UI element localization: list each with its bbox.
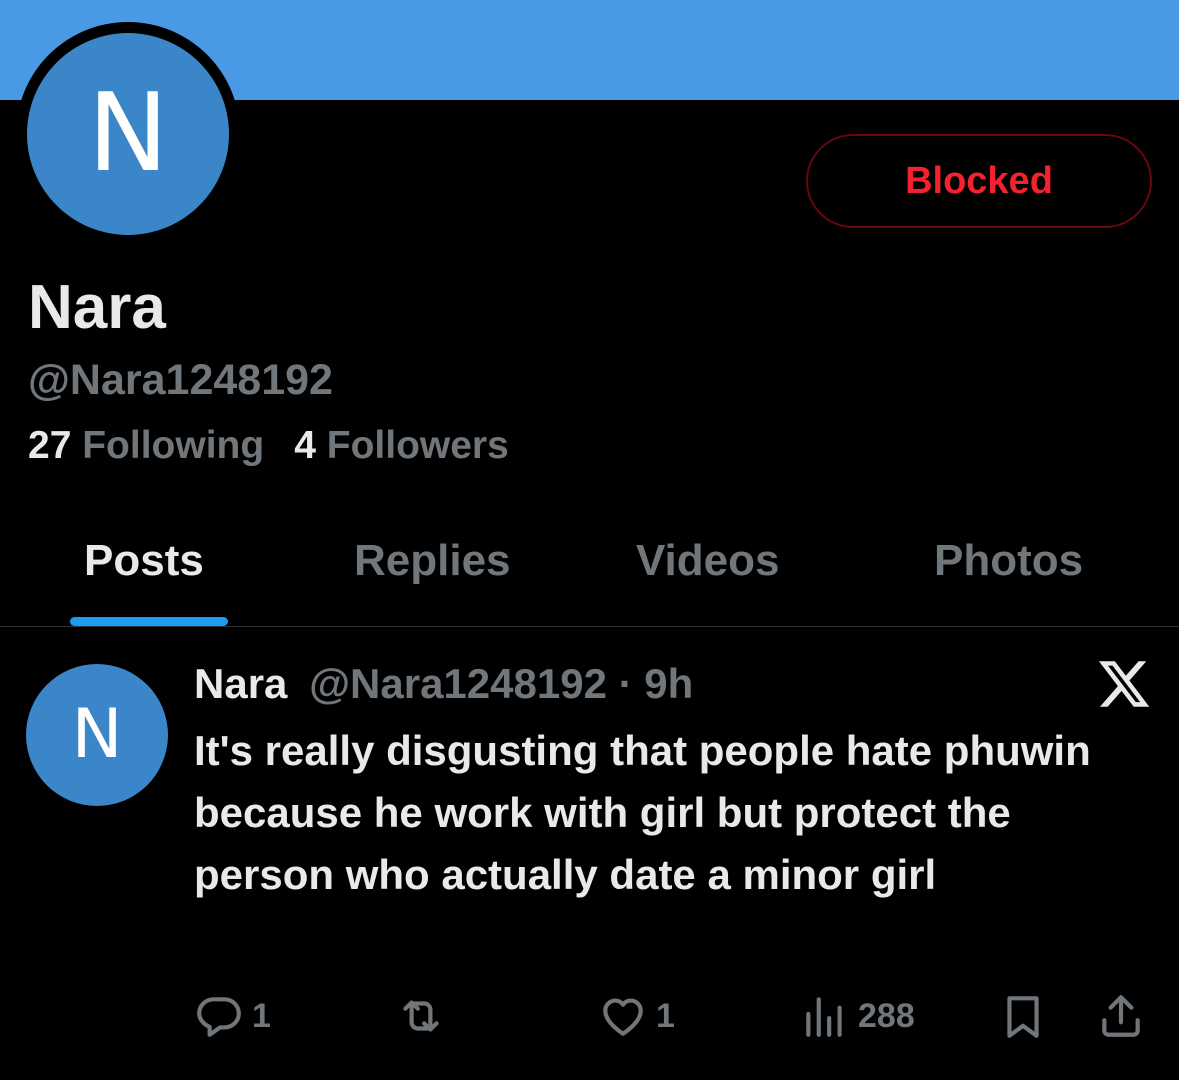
views-chart-icon xyxy=(806,997,842,1037)
active-tab-indicator xyxy=(70,617,228,626)
profile-display-name: Nara xyxy=(28,273,166,342)
tab-posts[interactable]: Posts xyxy=(84,536,204,586)
profile-tabs: Posts Replies Videos Photos xyxy=(0,520,1179,626)
followers-link[interactable]: 4 Followers xyxy=(294,424,509,468)
like-button[interactable]: 1 xyxy=(598,986,675,1046)
post-author-avatar[interactable]: N xyxy=(26,664,168,806)
repost-icon xyxy=(403,1000,439,1032)
post-text: It's really disgusting that people hate … xyxy=(194,727,1091,898)
profile-handle: @Nara1248192 xyxy=(28,356,333,404)
bookmark-icon xyxy=(1007,996,1039,1038)
post-avatar-letter: N xyxy=(71,695,123,774)
followers-count: 4 xyxy=(294,424,316,467)
following-count: 27 xyxy=(28,424,72,467)
profile-avatar-letter: N xyxy=(27,33,229,235)
post-author-name[interactable]: Nara xyxy=(194,660,287,707)
profile-avatar[interactable]: N xyxy=(16,22,240,246)
reply-button[interactable]: 1 xyxy=(194,986,271,1046)
share-icon xyxy=(1102,995,1140,1037)
following-label: Following xyxy=(82,424,265,467)
post-separator: · xyxy=(618,660,633,707)
views-button[interactable]: 288 xyxy=(800,986,915,1046)
repost-button[interactable] xyxy=(396,986,454,1046)
like-count: 1 xyxy=(656,996,675,1035)
post-timestamp[interactable]: 9h xyxy=(644,660,693,707)
post-author-handle[interactable]: @Nara1248192 xyxy=(309,660,607,707)
tabs-divider xyxy=(0,626,1179,627)
reply-count: 1 xyxy=(252,996,271,1035)
followers-label: Followers xyxy=(326,424,509,467)
following-link[interactable]: 27 Following xyxy=(28,424,264,468)
tab-videos[interactable]: Videos xyxy=(636,536,779,586)
post-actions: 1 1 288 xyxy=(0,986,1179,1046)
tab-photos[interactable]: Photos xyxy=(934,536,1083,586)
share-button[interactable] xyxy=(1096,986,1146,1046)
reply-icon xyxy=(197,997,241,1037)
views-count: 288 xyxy=(858,996,915,1035)
tab-replies[interactable]: Replies xyxy=(354,536,511,586)
x-logo-icon[interactable] xyxy=(1096,656,1152,712)
blocked-button[interactable]: Blocked xyxy=(806,134,1152,228)
heart-icon xyxy=(603,998,643,1036)
bookmark-button[interactable] xyxy=(998,986,1048,1046)
profile-stats: 27 Following 4 Followers xyxy=(28,424,509,468)
post-header: Nara @Nara1248192 · 9h xyxy=(194,660,693,708)
